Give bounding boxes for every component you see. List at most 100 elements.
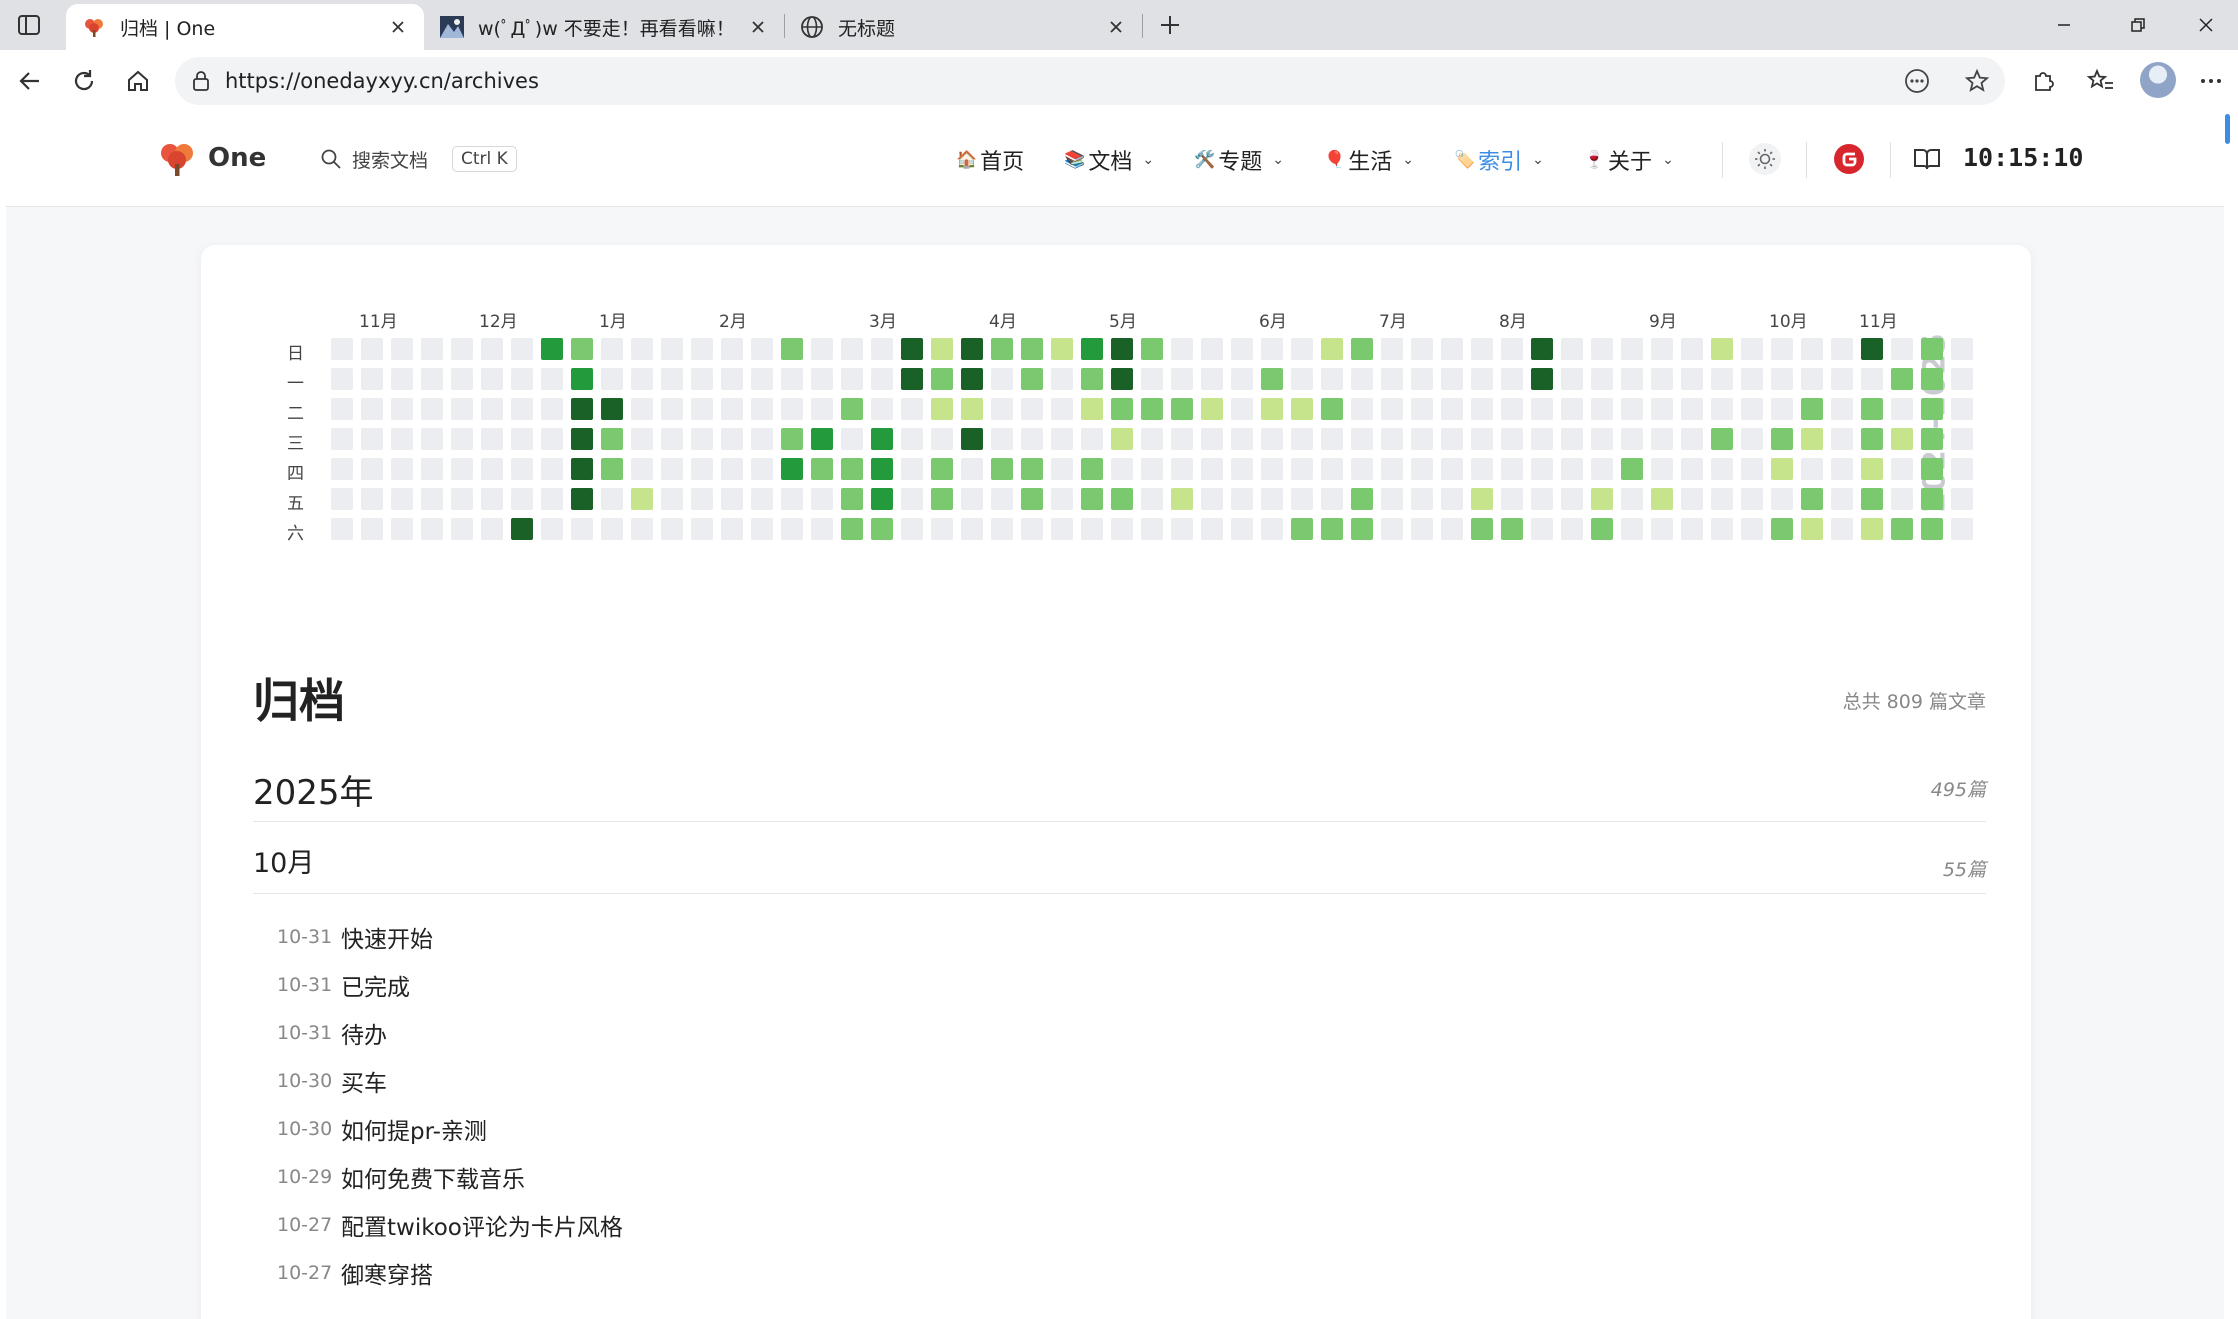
reload-icon[interactable] (67, 64, 101, 98)
scrollbar-thumb[interactable] (2225, 114, 2230, 144)
nav-about[interactable]: 🍷 关于 ⌄ (1584, 144, 1674, 176)
heatmap-cell[interactable] (1051, 458, 1073, 480)
heatmap-cell[interactable] (1771, 518, 1793, 540)
heatmap-cell[interactable] (931, 518, 953, 540)
heatmap-cell[interactable] (1171, 338, 1193, 360)
heatmap-cell[interactable] (1951, 488, 1973, 510)
heatmap-cell[interactable] (571, 398, 593, 420)
lock-icon[interactable] (189, 69, 213, 93)
heatmap-cell[interactable] (1711, 458, 1733, 480)
list-item[interactable]: 10-30 如何提pr-亲测 (277, 1105, 623, 1153)
heatmap-cell[interactable] (1141, 338, 1163, 360)
heatmap-cell[interactable] (751, 338, 773, 360)
heatmap-cell[interactable] (511, 458, 533, 480)
heatmap-cell[interactable] (901, 518, 923, 540)
heatmap-cell[interactable] (901, 458, 923, 480)
heatmap-cell[interactable] (1501, 488, 1523, 510)
heatmap-cell[interactable] (1801, 518, 1823, 540)
heatmap-cell[interactable] (1321, 338, 1343, 360)
heatmap-cell[interactable] (601, 518, 623, 540)
tab-archives[interactable]: 归档 | One (66, 4, 424, 50)
heatmap-cell[interactable] (721, 398, 743, 420)
heatmap-cell[interactable] (1921, 428, 1943, 450)
heatmap-cell[interactable] (901, 368, 923, 390)
heatmap-cell[interactable] (1051, 368, 1073, 390)
more-options-circle-icon[interactable] (1903, 67, 1931, 95)
heatmap-cell[interactable] (1351, 368, 1373, 390)
heatmap-cell[interactable] (781, 428, 803, 450)
heatmap-cell[interactable] (1231, 398, 1253, 420)
heatmap-cell[interactable] (1291, 338, 1313, 360)
heatmap-cell[interactable] (751, 518, 773, 540)
heatmap-cell[interactable] (1921, 338, 1943, 360)
heatmap-cell[interactable] (1861, 338, 1883, 360)
favorites-list-icon[interactable] (2084, 64, 2118, 98)
heatmap-cell[interactable] (691, 488, 713, 510)
heatmap-cell[interactable] (931, 398, 953, 420)
list-item[interactable]: 10-31 待办 (277, 1009, 623, 1057)
heatmap-cell[interactable] (1921, 488, 1943, 510)
heatmap-cell[interactable] (1291, 458, 1313, 480)
url-bar[interactable]: https://onedayxyy.cn/archives (175, 57, 2005, 105)
heatmap-cell[interactable] (1801, 488, 1823, 510)
heatmap-cell[interactable] (1321, 428, 1343, 450)
heatmap-cell[interactable] (511, 338, 533, 360)
list-item[interactable]: 10-31 快速开始 (277, 913, 623, 961)
heatmap-cell[interactable] (1651, 398, 1673, 420)
heatmap-cell[interactable] (1411, 488, 1433, 510)
heatmap-cell[interactable] (1471, 368, 1493, 390)
heatmap-cell[interactable] (1021, 458, 1043, 480)
heatmap-cell[interactable] (1141, 488, 1163, 510)
list-item[interactable]: 10-27 配置twikoo评论为卡片风格 (277, 1201, 623, 1249)
heatmap-cell[interactable] (1831, 368, 1853, 390)
heatmap-cell[interactable] (361, 458, 383, 480)
heatmap-cell[interactable] (1831, 428, 1853, 450)
heatmap-cell[interactable] (691, 518, 713, 540)
heatmap-cell[interactable] (1591, 488, 1613, 510)
heatmap-cell[interactable] (511, 368, 533, 390)
heatmap-cell[interactable] (961, 338, 983, 360)
heatmap-cell[interactable] (1141, 428, 1163, 450)
heatmap-cell[interactable] (1381, 338, 1403, 360)
heatmap-cell[interactable] (1831, 338, 1853, 360)
back-arrow-icon[interactable] (13, 64, 47, 98)
heatmap-cell[interactable] (1531, 518, 1553, 540)
heatmap-cell[interactable] (361, 398, 383, 420)
heatmap-cell[interactable] (1201, 518, 1223, 540)
heatmap-cell[interactable] (781, 518, 803, 540)
heatmap-cell[interactable] (1621, 488, 1643, 510)
list-item[interactable]: 10-27 御寒穿搭 (277, 1249, 623, 1297)
heatmap-cell[interactable] (541, 488, 563, 510)
search-docs-button[interactable]: 搜索文档 Ctrl K (320, 142, 517, 176)
heatmap-cell[interactable] (481, 338, 503, 360)
heatmap-cell[interactable] (421, 368, 443, 390)
heatmap-cell[interactable] (541, 398, 563, 420)
heatmap-cell[interactable] (421, 428, 443, 450)
heatmap-cell[interactable] (1861, 428, 1883, 450)
heatmap-cell[interactable] (331, 458, 353, 480)
heatmap-cell[interactable] (871, 518, 893, 540)
heatmap-cell[interactable] (1351, 398, 1373, 420)
heatmap-cell[interactable] (1411, 338, 1433, 360)
heatmap-cell[interactable] (1561, 338, 1583, 360)
theme-sun-icon[interactable] (1748, 142, 1782, 176)
nav-home[interactable]: 🏠 首页 (956, 144, 1024, 176)
nav-index[interactable]: 🏷️ 索引 ⌄ (1454, 144, 1544, 176)
heatmap-cell[interactable] (331, 488, 353, 510)
year-heading[interactable]: 2025年 (253, 765, 374, 814)
heatmap-cell[interactable] (901, 428, 923, 450)
heatmap-cell[interactable] (661, 458, 683, 480)
heatmap-cell[interactable] (1591, 368, 1613, 390)
heatmap-cell[interactable] (1171, 488, 1193, 510)
heatmap-cell[interactable] (541, 518, 563, 540)
heatmap-cell[interactable] (631, 458, 653, 480)
heatmap-cell[interactable] (721, 518, 743, 540)
heatmap-cell[interactable] (1741, 338, 1763, 360)
heatmap-cell[interactable] (1741, 428, 1763, 450)
heatmap-cell[interactable] (1921, 368, 1943, 390)
heatmap-cell[interactable] (1291, 488, 1313, 510)
heatmap-cell[interactable] (1951, 338, 1973, 360)
heatmap-cell[interactable] (901, 338, 923, 360)
heatmap-cell[interactable] (1681, 518, 1703, 540)
heatmap-cell[interactable] (1261, 458, 1283, 480)
